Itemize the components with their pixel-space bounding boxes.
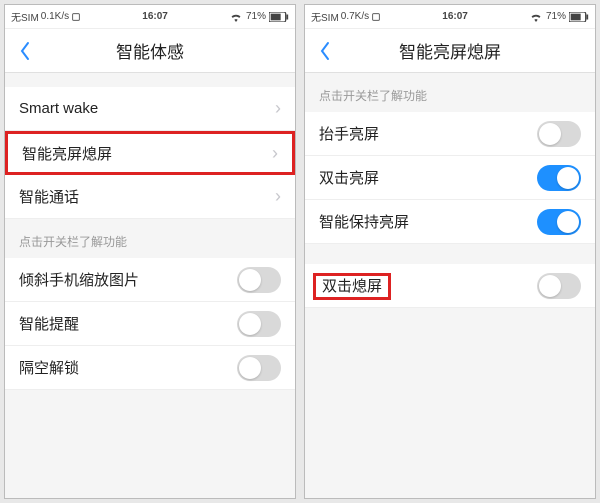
row-label: 抬手亮屏 — [319, 123, 537, 144]
row-double-tap-sleep[interactable]: 双击熄屏 — [305, 264, 595, 308]
toggle-smart-remind[interactable] — [237, 311, 281, 337]
chevron-left-icon — [19, 41, 31, 61]
nav-bar: 智能体感 — [5, 29, 295, 73]
row-raise-wake[interactable]: 抬手亮屏 — [305, 112, 595, 156]
row-label: 倾斜手机缩放图片 — [19, 269, 237, 290]
wifi-icon — [529, 12, 543, 22]
card-icon — [71, 12, 81, 22]
row-label: 双击亮屏 — [319, 167, 537, 188]
status-battery-pct: 71% — [546, 11, 566, 22]
toggle-double-tap-wake[interactable] — [537, 165, 581, 191]
chevron-right-icon: › — [275, 186, 281, 207]
row-smart-remind[interactable]: 智能提醒 — [5, 302, 295, 346]
row-smart-screen[interactable]: 智能亮屏熄屏 › — [5, 131, 295, 175]
toggle-tilt-zoom[interactable] — [237, 267, 281, 293]
status-sim: 无SIM — [11, 9, 39, 24]
row-label: 智能亮屏熄屏 — [22, 143, 272, 164]
status-bar: 无SIM 0.7K/s 16:07 71% — [305, 5, 595, 29]
row-tilt-zoom[interactable]: 倾斜手机缩放图片 — [5, 258, 295, 302]
row-double-tap-wake[interactable]: 双击亮屏 — [305, 156, 595, 200]
settings-list: Smart wake › 智能亮屏熄屏 › 智能通话 › 点击开关栏了解功能 倾… — [5, 73, 295, 498]
row-label: 智能提醒 — [19, 313, 237, 334]
row-smart-call[interactable]: 智能通话 › — [5, 175, 295, 219]
row-label: 智能通话 — [19, 186, 275, 207]
phone-left: 无SIM 0.1K/s 16:07 71% 智能体感 Smart wake › … — [4, 4, 296, 499]
status-time: 16:07 — [81, 11, 229, 22]
nav-bar: 智能亮屏熄屏 — [305, 29, 595, 73]
card-icon — [371, 12, 381, 22]
chevron-left-icon — [319, 41, 331, 61]
status-bar: 无SIM 0.1K/s 16:07 71% — [5, 5, 295, 29]
page-title: 智能体感 — [5, 38, 295, 63]
section-hint: 点击开关栏了解功能 — [305, 73, 595, 112]
back-button[interactable] — [5, 29, 45, 72]
toggle-air-unlock[interactable] — [237, 355, 281, 381]
section-hint: 点击开关栏了解功能 — [5, 219, 295, 258]
status-speed: 0.1K/s — [41, 11, 69, 22]
row-label: 双击熄屏 — [319, 275, 537, 296]
battery-icon — [269, 12, 289, 22]
row-air-unlock[interactable]: 隔空解锁 — [5, 346, 295, 390]
chevron-right-icon: › — [275, 98, 281, 119]
row-label: 智能保持亮屏 — [319, 211, 537, 232]
back-button[interactable] — [305, 29, 345, 72]
status-speed: 0.7K/s — [341, 11, 369, 22]
status-sim: 无SIM — [311, 9, 339, 24]
row-label: Smart wake — [19, 100, 275, 117]
row-smart-keep-on[interactable]: 智能保持亮屏 — [305, 200, 595, 244]
battery-icon — [569, 12, 589, 22]
chevron-right-icon: › — [272, 143, 278, 164]
toggle-raise-wake[interactable] — [537, 121, 581, 147]
toggle-smart-keep-on[interactable] — [537, 209, 581, 235]
row-label: 隔空解锁 — [19, 357, 237, 378]
status-battery-pct: 71% — [246, 11, 266, 22]
row-smart-wake[interactable]: Smart wake › — [5, 87, 295, 131]
toggle-double-tap-sleep[interactable] — [537, 273, 581, 299]
page-title: 智能亮屏熄屏 — [305, 38, 595, 63]
status-time: 16:07 — [381, 11, 529, 22]
highlight-label: 双击熄屏 — [313, 273, 391, 300]
settings-list: 点击开关栏了解功能 抬手亮屏 双击亮屏 智能保持亮屏 双击熄屏 — [305, 73, 595, 498]
wifi-icon — [229, 12, 243, 22]
phone-right: 无SIM 0.7K/s 16:07 71% 智能亮屏熄屏 点击开关栏了解功能 抬… — [304, 4, 596, 499]
